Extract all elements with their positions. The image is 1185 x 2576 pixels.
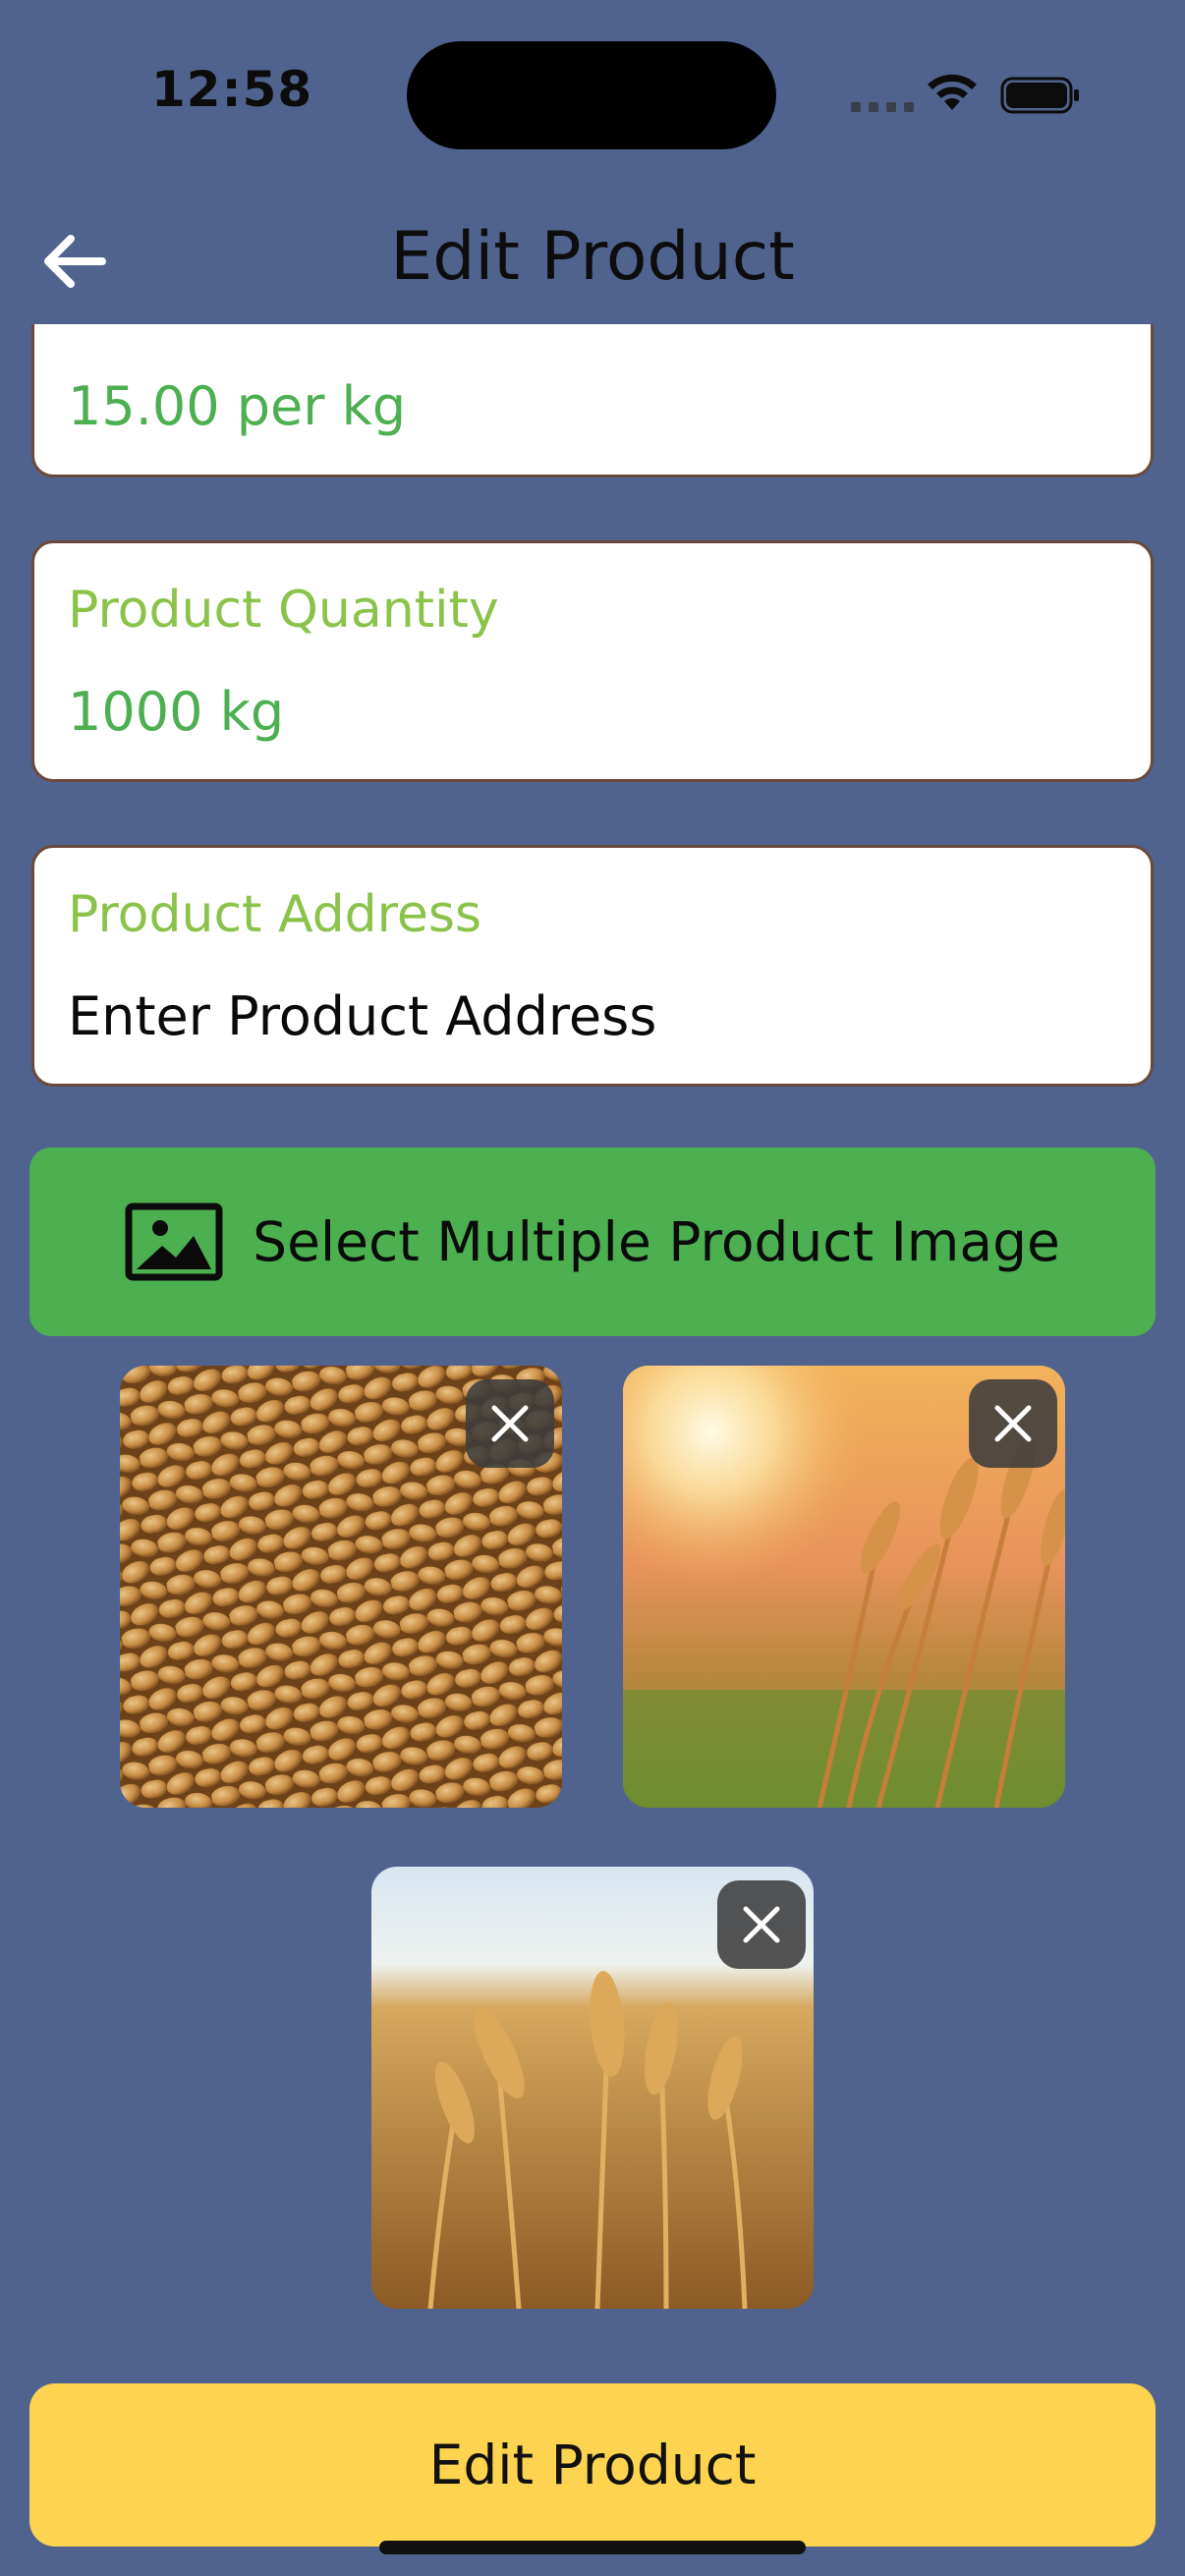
quantity-value: 1000 kg [68,681,285,743]
product-image-2 [623,1366,1065,1808]
cellular-signal-icon [851,102,914,112]
page-title: Edit Product [390,218,795,296]
close-icon [743,1906,780,1943]
close-icon [994,1405,1032,1442]
product-image-1 [120,1366,562,1808]
price-value: 15.00 per kg [68,375,407,437]
quantity-field[interactable]: Product Quantity 1000 kg [31,540,1154,782]
select-images-button[interactable]: Select Multiple Product Image [29,1148,1156,1336]
remove-image-1-button[interactable] [466,1379,554,1468]
quantity-label: Product Quantity [68,581,499,640]
product-image-3 [371,1867,814,2309]
address-label: Product Address [68,885,482,944]
price-field[interactable]: 15.00 per kg [31,324,1154,477]
image-icon [125,1203,223,1281]
battery-icon [1000,77,1079,114]
select-images-label: Select Multiple Product Image [253,1210,1060,1273]
edit-product-button[interactable]: Edit Product [29,2383,1156,2547]
address-field[interactable]: Product Address Enter Product Address [31,845,1154,1087]
status-time: 12:58 [151,61,313,118]
wifi-icon [928,74,977,110]
remove-image-3-button[interactable] [717,1880,806,1969]
dynamic-island [407,41,776,149]
home-indicator [379,2541,806,2554]
close-icon [491,1405,529,1442]
edit-product-screen: 12:58 Edit Product 15.00 per kg Product … [0,0,1185,2576]
address-input[interactable]: Enter Product Address [68,985,656,1047]
remove-image-2-button[interactable] [969,1379,1057,1468]
